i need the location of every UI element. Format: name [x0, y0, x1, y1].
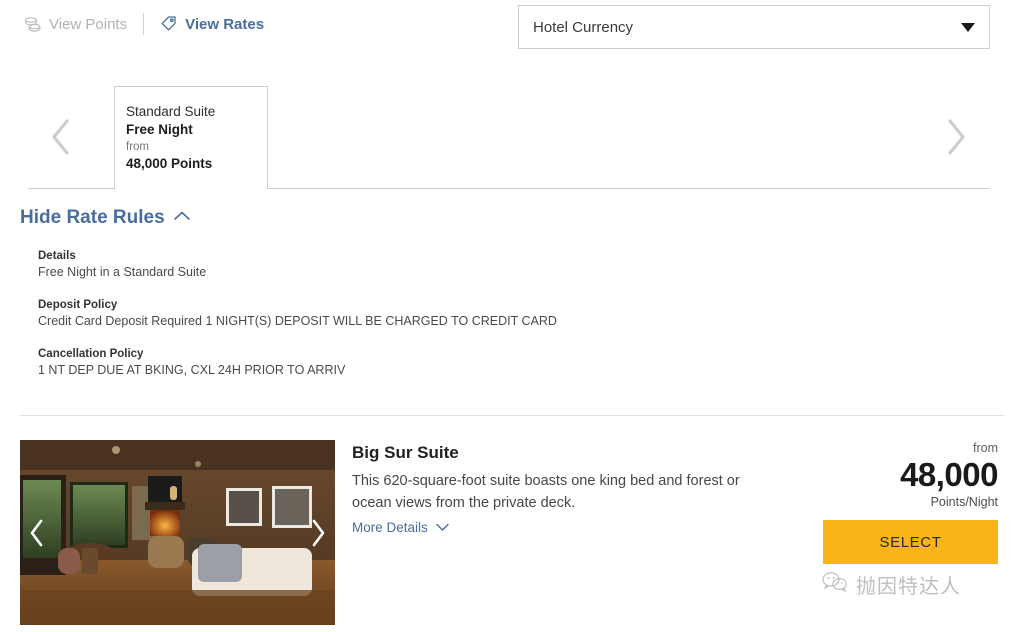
room-photo-image [20, 440, 335, 625]
chevron-down-icon [435, 520, 450, 535]
top-bar: View Points View Rates Hotel Currency [0, 0, 1024, 56]
section-divider [20, 415, 1004, 416]
rate-rules-body: Details Free Night in a Standard Suite D… [38, 248, 978, 395]
rate-card-from-label: from [126, 141, 149, 153]
rate-selection-page: View Points View Rates Hotel Currency St… [0, 0, 1024, 632]
select-button[interactable]: SELECT [823, 520, 998, 564]
hide-rate-rules-label: Hide Rate Rules [20, 207, 165, 228]
view-rates-label: View Rates [185, 15, 265, 33]
currency-select-value: Hotel Currency [533, 18, 634, 36]
rate-card-line2: Free Night [126, 122, 193, 137]
currency-select[interactable]: Hotel Currency [518, 5, 990, 49]
rate-carousel: Standard Suite Free Night from 48,000 Po… [0, 86, 1024, 189]
hide-rate-rules-toggle[interactable]: Hide Rate Rules [20, 207, 191, 229]
room-info: Big Sur Suite This 620-square-foot suite… [352, 442, 772, 537]
room-photo-prev-button[interactable] [24, 516, 50, 550]
more-details-label: More Details [352, 520, 428, 535]
price-from-label: from [973, 441, 998, 455]
watermark-text: 抛因特达人 [856, 574, 961, 598]
rate-rule-heading: Cancellation Policy [38, 348, 144, 360]
rate-rule-text: Free Night in a Standard Suite [38, 265, 207, 279]
rate-card-line1: Standard Suite [126, 104, 216, 119]
view-rates-tab[interactable]: View Rates [160, 15, 264, 33]
rate-rule-block: Cancellation Policy 1 NT DEP DUE AT BKIN… [38, 346, 978, 379]
rate-rule-block: Details Free Night in a Standard Suite [38, 248, 978, 281]
room-description: This 620-square-foot suite boasts one ki… [352, 473, 740, 511]
room-photo[interactable] [20, 440, 335, 625]
room-title: Big Sur Suite [352, 443, 459, 462]
rate-rule-text: 1 NT DEP DUE AT BKING, CXL 24H PRIOR TO … [38, 363, 346, 377]
rate-card-points: 48,000 Points [126, 156, 213, 171]
chevron-up-icon [173, 209, 191, 227]
view-mode-toggle: View Points View Rates [24, 13, 264, 35]
room-price: from 48,000 Points/Night [783, 440, 998, 510]
wechat-icon [822, 571, 848, 598]
rate-rule-text: Credit Card Deposit Required 1 NIGHT(S) … [38, 314, 557, 328]
rate-card-standard-suite-free-night[interactable]: Standard Suite Free Night from 48,000 Po… [114, 86, 268, 189]
toggle-divider [143, 13, 145, 35]
more-details-toggle[interactable]: More Details [352, 520, 450, 535]
rate-carousel-next-button[interactable] [935, 94, 977, 180]
view-points-label: View Points [49, 15, 128, 33]
rate-rule-heading: Details [38, 250, 76, 262]
view-points-tab[interactable]: View Points [24, 15, 127, 33]
price-tag-icon [160, 15, 178, 33]
price-amount: 48,000 [900, 456, 998, 493]
chevron-down-icon [961, 22, 975, 32]
rate-rule-heading: Deposit Policy [38, 299, 118, 311]
coins-stack-icon [24, 15, 42, 33]
rate-carousel-prev-button[interactable] [40, 94, 82, 180]
room-photo-next-button[interactable] [305, 516, 331, 550]
rate-rule-block: Deposit Policy Credit Card Deposit Requi… [38, 297, 978, 330]
price-unit-label: Points/Night [930, 495, 998, 509]
watermark: 抛因特达人 [822, 570, 961, 599]
